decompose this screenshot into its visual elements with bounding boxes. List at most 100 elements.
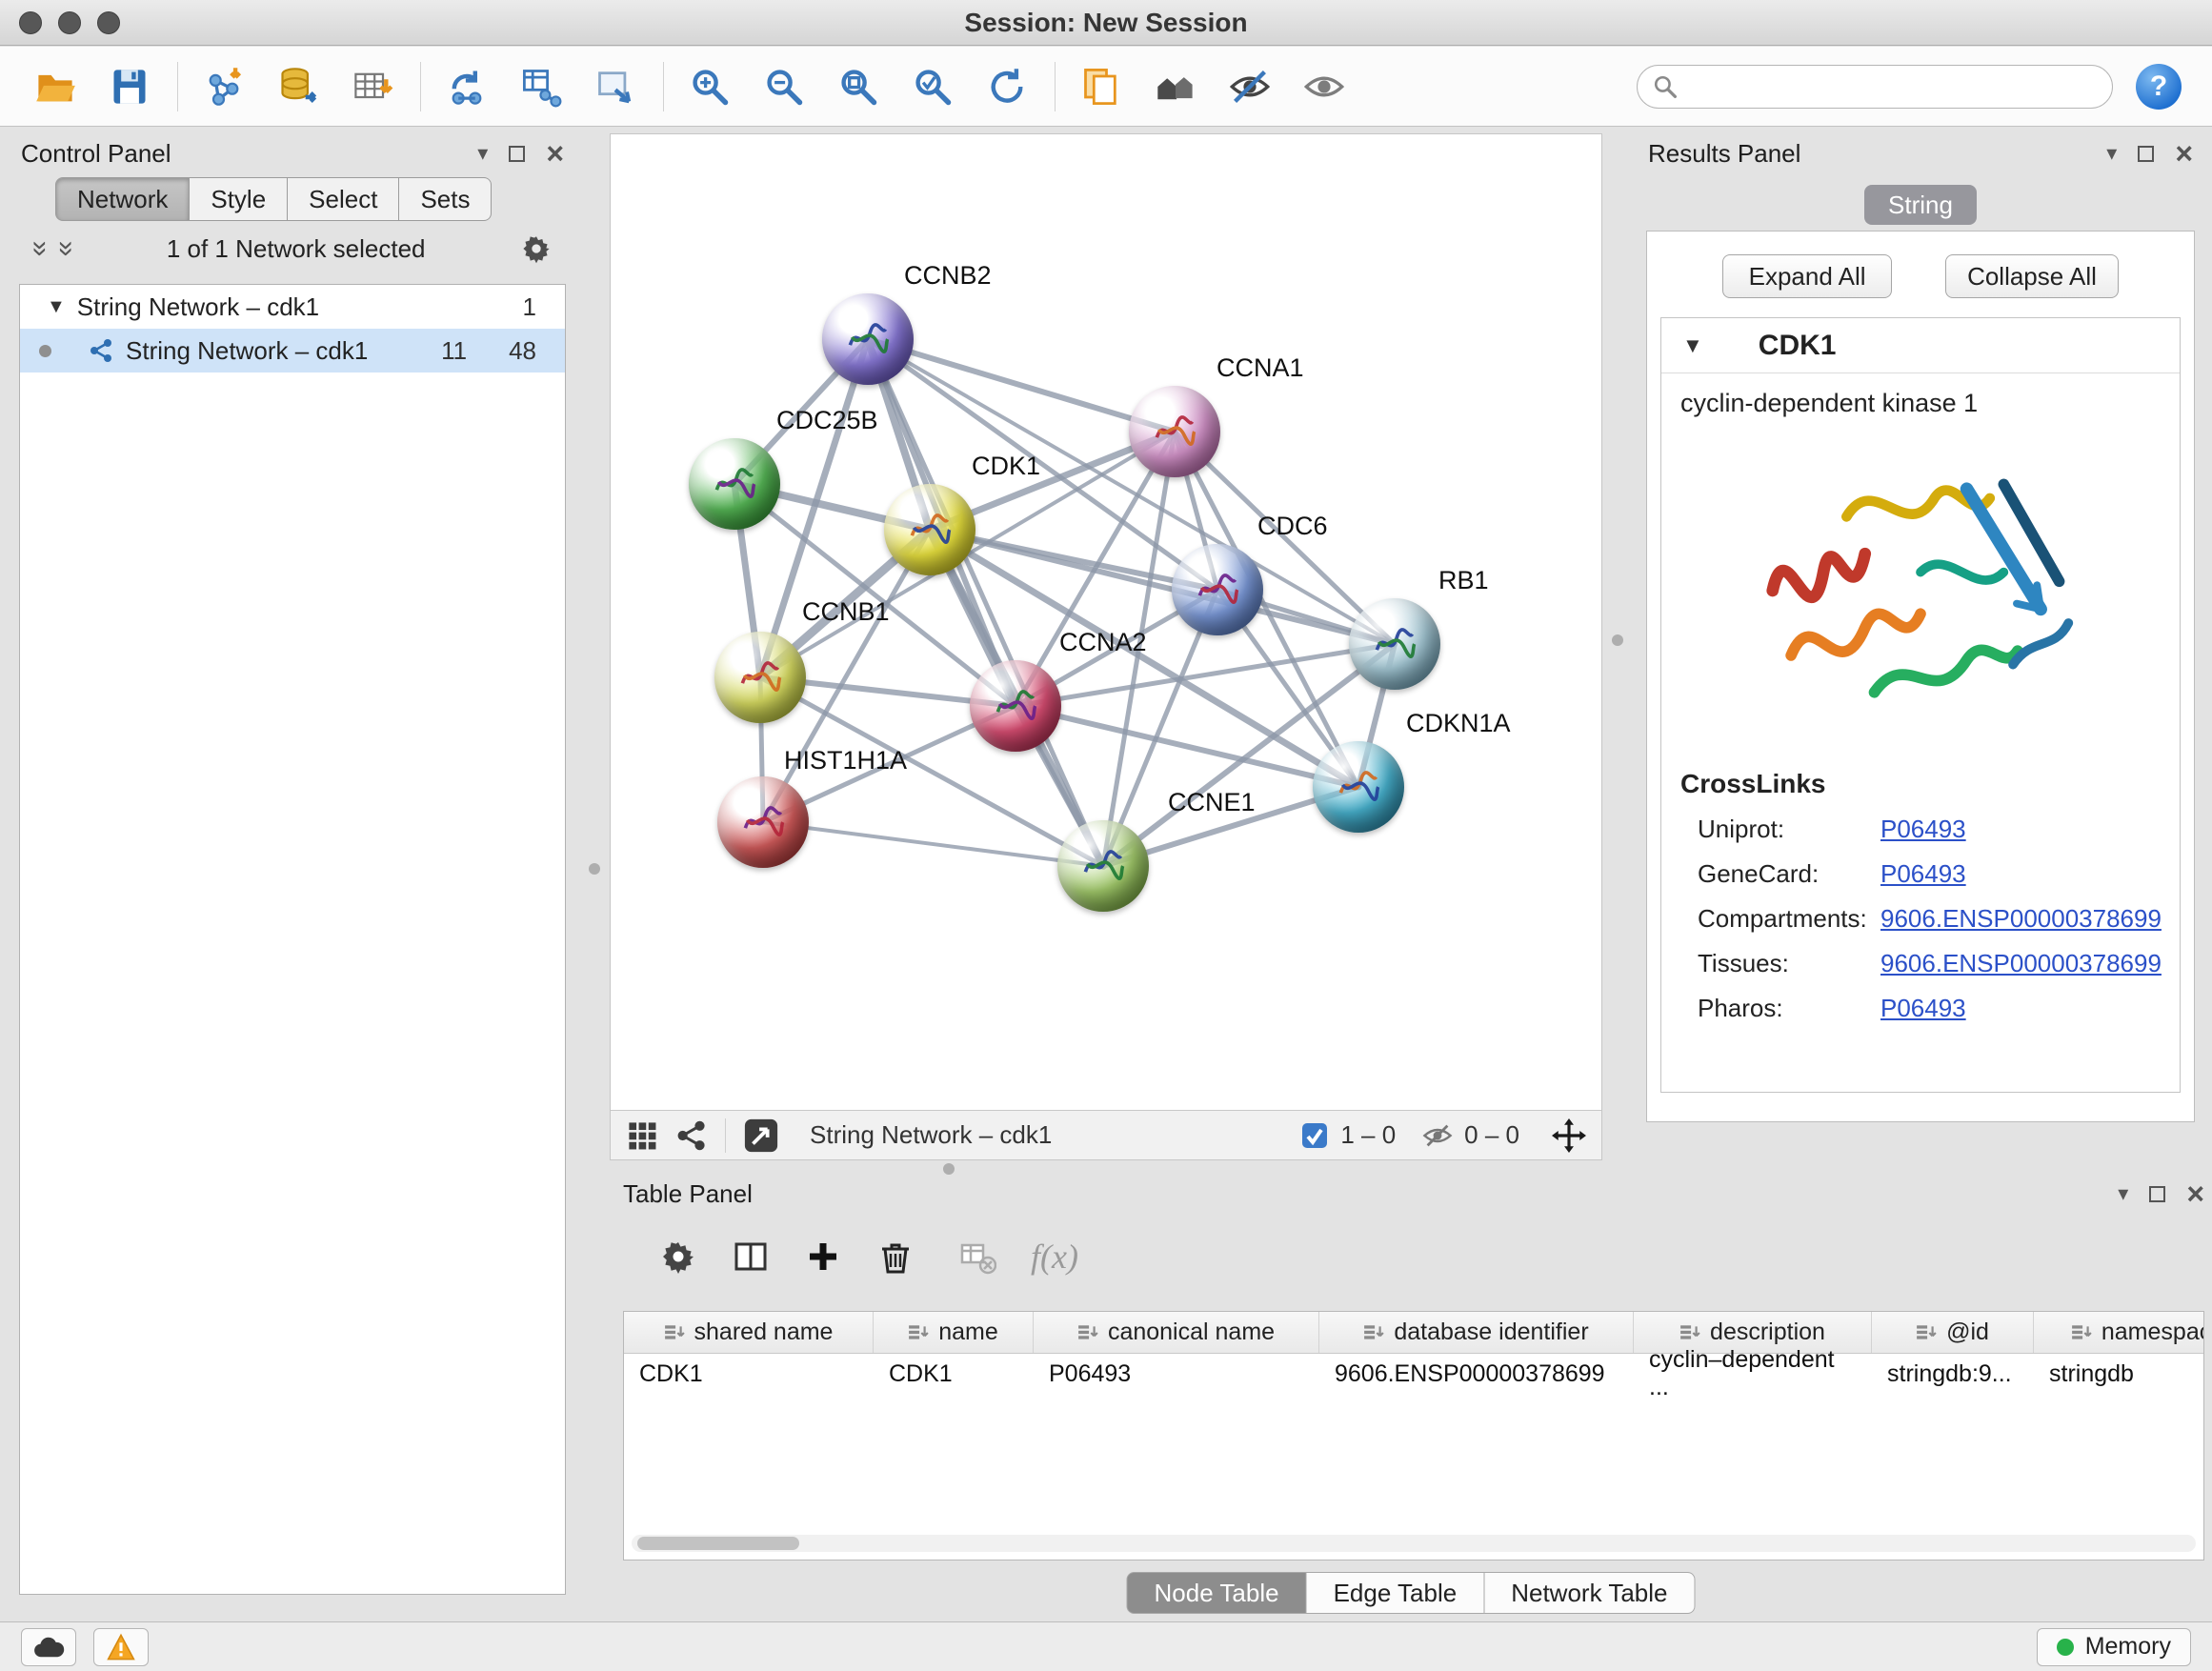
network-node-CDK1[interactable] (884, 484, 975, 575)
tab-select[interactable]: Select (288, 177, 399, 221)
add-column-icon[interactable] (804, 1238, 842, 1276)
float-panel-icon[interactable]: ▾ (477, 141, 488, 166)
zoom-out-button[interactable] (754, 55, 814, 118)
show-graphics-button[interactable] (1294, 55, 1355, 118)
close-panel-icon[interactable]: × (2175, 138, 2193, 169)
birdseye-view-icon[interactable] (743, 1117, 779, 1154)
tab-edge-table[interactable]: Edge Table (1307, 1572, 1485, 1614)
new-network-button[interactable] (436, 55, 497, 118)
column-header[interactable]: namespace (2034, 1312, 2204, 1353)
crosslink-link[interactable]: 9606.ENSP00000378699 (1880, 904, 2162, 934)
horizontal-scrollbar[interactable] (632, 1535, 2196, 1552)
expand-all-button[interactable]: Expand All (1722, 254, 1892, 298)
network-from-table-button[interactable] (511, 55, 572, 118)
hidden-eye-icon[interactable] (1422, 1120, 1453, 1151)
collapse-triangle-icon[interactable]: ▼ (47, 296, 66, 318)
collapse-all-button[interactable]: Collapse All (1945, 254, 2119, 298)
table-cell[interactable]: 9606.ENSP00000378699 (1319, 1354, 1634, 1394)
function-builder-button[interactable]: f(x) (1031, 1237, 1078, 1277)
table-cell[interactable]: cyclin–dependent ... (1634, 1354, 1872, 1394)
delete-table-icon[interactable] (958, 1238, 996, 1276)
accordion-triangle-icon[interactable]: ▼ (1682, 333, 1703, 358)
network-node-CDKN1A[interactable] (1313, 741, 1404, 833)
import-network-database-button[interactable] (268, 55, 329, 118)
memory-button[interactable]: Memory (2037, 1628, 2191, 1666)
column-header[interactable]: name (874, 1312, 1034, 1353)
close-window-button[interactable] (19, 11, 42, 34)
cloud-status-button[interactable] (21, 1628, 76, 1666)
table-cell[interactable]: CDK1 (874, 1354, 1034, 1394)
maximize-panel-icon[interactable] (2149, 1186, 2165, 1202)
zoom-fit-button[interactable] (828, 55, 889, 118)
help-button[interactable]: ? (2136, 64, 2182, 110)
open-session-button[interactable] (25, 55, 86, 118)
network-node-CCNA1[interactable] (1129, 386, 1220, 477)
pan-crosshair-icon[interactable] (1552, 1118, 1586, 1153)
annotation-button[interactable] (1071, 55, 1132, 118)
crosslink-link[interactable]: P06493 (1880, 859, 1966, 889)
delete-column-trash-icon[interactable] (876, 1238, 915, 1276)
close-panel-icon[interactable]: × (2186, 1178, 2204, 1209)
float-panel-icon[interactable]: ▾ (2118, 1181, 2128, 1206)
left-splitter-handle[interactable] (589, 863, 600, 875)
crosslink-link[interactable]: P06493 (1880, 994, 1966, 1023)
collapse-all-networks-icon[interactable]: « (50, 241, 78, 257)
network-node-CCNA2[interactable] (970, 660, 1061, 752)
toolbar-separator (420, 62, 421, 111)
grid-view-icon[interactable] (626, 1119, 658, 1152)
tab-node-table[interactable]: Node Table (1127, 1572, 1307, 1614)
column-header[interactable]: shared name (624, 1312, 874, 1353)
float-panel-icon[interactable]: ▾ (2106, 141, 2117, 166)
share-network-icon[interactable] (675, 1119, 708, 1152)
tab-network[interactable]: Network (55, 177, 190, 221)
column-header[interactable]: @id (1872, 1312, 2034, 1353)
table-cell[interactable]: stringdb (2034, 1354, 2204, 1394)
hide-graphics-button[interactable] (1219, 55, 1280, 118)
maximize-panel-icon[interactable] (509, 146, 525, 162)
table-cell[interactable]: P06493 (1034, 1354, 1319, 1394)
network-node-CDC6[interactable] (1172, 544, 1263, 635)
network-node-HIST1H1A[interactable] (717, 776, 809, 868)
close-panel-icon[interactable]: × (546, 138, 564, 169)
crosslink-link[interactable]: 9606.ENSP00000378699 (1880, 949, 2162, 978)
import-network-file-button[interactable] (193, 55, 254, 118)
network-node-CCNB2[interactable] (822, 293, 914, 385)
gear-icon[interactable] (520, 232, 553, 265)
table-cell[interactable]: CDK1 (624, 1354, 874, 1394)
column-header[interactable]: canonical name (1034, 1312, 1319, 1353)
crosslink-link[interactable]: P06493 (1880, 815, 1966, 844)
import-table-button[interactable] (342, 55, 403, 118)
protein-accordion-header[interactable]: ▼ CDK1 (1661, 318, 2180, 373)
zoom-selected-button[interactable] (902, 55, 963, 118)
tab-style[interactable]: Style (190, 177, 288, 221)
network-node-CCNE1[interactable] (1057, 820, 1149, 912)
network-node-CCNB1[interactable] (714, 632, 806, 723)
show-columns-icon[interactable] (732, 1238, 770, 1276)
table-cell[interactable]: stringdb:9... (1872, 1354, 2034, 1394)
tab-network-table[interactable]: Network Table (1484, 1572, 1695, 1614)
selected-checkbox-icon[interactable] (1300, 1121, 1329, 1150)
zoom-in-button[interactable] (679, 55, 740, 118)
table-settings-gear-icon[interactable] (659, 1238, 697, 1276)
network-canvas[interactable]: CCNB2CCNA1CDC25BCDK1CDC6RB1CCNB1CCNA2CDK… (611, 134, 1601, 1110)
tab-sets[interactable]: Sets (399, 177, 492, 221)
maximize-window-button[interactable] (97, 11, 120, 34)
network-row-selected[interactable]: String Network – cdk1 11 48 (20, 329, 565, 372)
network-node-RB1[interactable] (1349, 598, 1440, 690)
refresh-view-button[interactable] (976, 55, 1037, 118)
network-collection-row[interactable]: ▼ String Network – cdk1 1 (20, 285, 565, 329)
network-navigator-button[interactable] (1145, 55, 1206, 118)
scrollbar-thumb[interactable] (637, 1537, 799, 1550)
column-header[interactable]: database identifier (1319, 1312, 1634, 1353)
string-results-tab[interactable]: String (1864, 185, 1977, 225)
search-input[interactable] (1687, 71, 2097, 101)
maximize-panel-icon[interactable] (2138, 146, 2154, 162)
warnings-button[interactable] (93, 1628, 149, 1666)
clone-network-button[interactable] (585, 55, 646, 118)
network-node-CDC25B[interactable] (689, 438, 780, 530)
save-session-button[interactable] (99, 55, 160, 118)
table-row[interactable]: CDK1 CDK1 P06493 9606.ENSP00000378699 cy… (624, 1354, 2203, 1394)
minimize-window-button[interactable] (58, 11, 81, 34)
bottom-splitter-handle[interactable] (943, 1163, 955, 1175)
right-splitter-handle[interactable] (1612, 634, 1623, 646)
